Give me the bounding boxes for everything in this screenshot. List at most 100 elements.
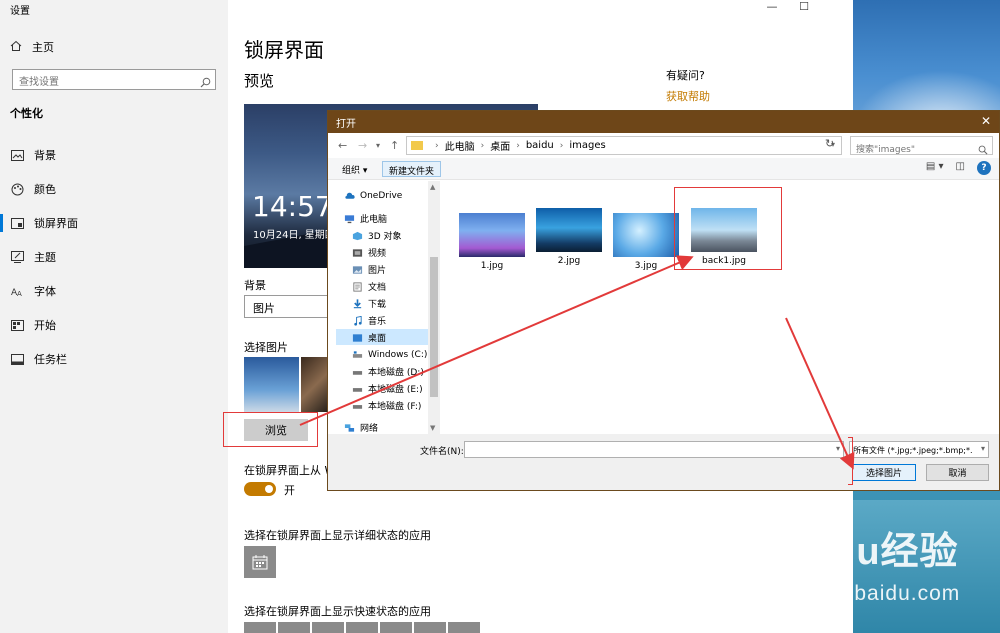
file-item[interactable]: 3.jpg	[608, 213, 684, 271]
open-file-dialog: 打开 ✕ ← → ▾ ↑ › 此电脑 › 桌面 › baidu › images…	[327, 110, 1000, 491]
svg-text:A: A	[17, 290, 22, 297]
view-options-icon[interactable]: ▤ ▾	[926, 161, 944, 175]
help-link[interactable]: 获取帮助	[666, 88, 710, 104]
settings-search-input[interactable]	[13, 73, 193, 92]
preview-pane-icon[interactable]: ◫	[956, 161, 965, 175]
dialog-toolbar: 组织 ▾ 新建文件夹 ▤ ▾ ◫ ?	[328, 158, 999, 180]
tree-item-label: 桌面	[368, 334, 387, 344]
forward-arrow-icon[interactable]: →	[358, 139, 367, 152]
computer-icon	[344, 214, 355, 223]
address-bar[interactable]: › 此电脑 › 桌面 › baidu › images ▾	[406, 136, 842, 155]
nav-item-label: 颜色	[34, 183, 56, 196]
preview-time: 14:57	[252, 190, 333, 223]
tree-item-downloads[interactable]: 下载	[352, 296, 386, 311]
filetype-select[interactable]: 所有文件 (*.jpg;*.jpeg;*.bmp;*. ▾	[849, 441, 989, 458]
settings-search[interactable]	[12, 69, 216, 92]
tree-item-drive-f[interactable]: 本地磁盘 (F:)	[352, 398, 421, 413]
file-item[interactable]: 1.jpg	[454, 213, 530, 271]
chevron-down-icon[interactable]: ▾	[836, 444, 840, 453]
dialog-nav-bar: ← → ▾ ↑ › 此电脑 › 桌面 › baidu › images ▾ ↻	[328, 133, 999, 159]
quick-status-app[interactable]	[278, 622, 310, 633]
tree-item-music[interactable]: 音乐	[352, 313, 386, 328]
recent-dropdown-icon[interactable]: ▾	[376, 141, 380, 150]
back-arrow-icon[interactable]: ←	[338, 139, 347, 152]
view-controls: ▤ ▾ ◫ ?	[926, 161, 991, 175]
quick-status-app[interactable]	[312, 622, 344, 633]
chevron-right-icon: ›	[559, 140, 564, 151]
home-icon	[10, 40, 22, 55]
lockapps-toggle[interactable]	[244, 482, 276, 496]
tree-item-drive-d[interactable]: 本地磁盘 (D:)	[352, 364, 424, 379]
pictures-icon	[352, 265, 363, 274]
scrollbar-thumb[interactable]	[430, 257, 438, 397]
tree-item-pictures[interactable]: 图片	[352, 262, 386, 277]
breadcrumb-item[interactable]: images	[569, 140, 605, 151]
quick-status-app[interactable]	[380, 622, 412, 633]
annotation-box-open	[848, 437, 853, 485]
windows-drive-icon	[352, 350, 363, 358]
drive-icon	[352, 387, 363, 392]
quick-status-app[interactable]	[448, 622, 480, 633]
dialog-search-input[interactable]	[851, 141, 971, 159]
tree-item-documents[interactable]: 文档	[352, 279, 386, 294]
help-title: 有疑问?	[666, 69, 705, 82]
up-arrow-icon[interactable]: ↑	[390, 139, 399, 152]
tree-item-3d-objects[interactable]: 3D 对象	[352, 228, 402, 243]
help-icon[interactable]: ?	[977, 161, 991, 175]
breadcrumb-item[interactable]: 桌面	[490, 138, 510, 153]
music-icon	[354, 315, 362, 326]
drive-icon	[352, 404, 363, 409]
tree-item-desktop[interactable]: 桌面	[352, 330, 386, 345]
tree-item-label: 本地磁盘 (D:)	[368, 368, 424, 378]
palette-icon	[10, 182, 24, 196]
tree-item-label: Windows (C:)	[368, 349, 428, 360]
quick-status-app[interactable]	[414, 622, 446, 633]
tree-item-this-pc[interactable]: 此电脑	[344, 211, 387, 226]
tree-item-drive-e[interactable]: 本地磁盘 (E:)	[352, 381, 423, 396]
dialog-search[interactable]	[850, 136, 993, 159]
quick-status-app[interactable]	[346, 622, 378, 633]
file-item[interactable]: 2.jpg	[531, 208, 607, 266]
nav-item-label: 背景	[34, 149, 56, 162]
scroll-down-icon[interactable]: ▼	[430, 424, 435, 432]
filename-row: 文件名(N): ▾ 所有文件 (*.jpg;*.jpeg;*.bmp;*. ▾ …	[328, 434, 999, 490]
chevron-down-icon[interactable]: ▾	[980, 444, 985, 453]
nav-item-start[interactable]: 开始	[10, 316, 56, 334]
scroll-up-icon[interactable]: ▲	[430, 183, 435, 191]
search-icon[interactable]	[978, 140, 988, 159]
nav-item-lockscreen[interactable]: 锁屏界面	[10, 214, 78, 232]
organize-button[interactable]: 组织 ▾	[336, 161, 373, 177]
search-icon[interactable]	[200, 73, 211, 92]
tree-item-drive-c[interactable]: Windows (C:)	[352, 347, 427, 362]
file-name: 3.jpg	[634, 261, 658, 271]
nav-item-theme[interactable]: 主题	[10, 248, 56, 266]
nav-item-background[interactable]: 背景	[10, 146, 56, 164]
desktop-icon	[352, 333, 363, 342]
tree-item-onedrive[interactable]: OneDrive	[344, 188, 402, 203]
nav-home[interactable]: 主页	[10, 38, 54, 56]
open-button[interactable]: 选择图片	[852, 464, 916, 481]
tree-item-network[interactable]: 网络	[344, 420, 378, 435]
preview-title: 预览	[244, 72, 275, 90]
nav-item-taskbar[interactable]: 任务栏	[10, 350, 67, 368]
chevron-right-icon: ›	[435, 140, 439, 151]
close-icon[interactable]: ✕	[981, 114, 991, 128]
breadcrumb-item[interactable]: 此电脑	[445, 138, 475, 153]
new-folder-button[interactable]: 新建文件夹	[382, 161, 442, 177]
tree-scrollbar[interactable]: ▲ ▼	[428, 181, 440, 434]
refresh-icon[interactable]: ↻	[825, 137, 834, 150]
breadcrumb-item[interactable]: baidu	[526, 140, 554, 151]
filename-input[interactable]: ▾	[464, 441, 844, 458]
start-icon	[10, 318, 24, 332]
cancel-button[interactable]: 取消	[926, 464, 989, 481]
filename-label: 文件名(N):	[420, 447, 464, 457]
nav-item-fonts[interactable]: AA 字体	[10, 282, 57, 300]
picture-thumbnail[interactable]	[244, 357, 299, 412]
3d-objects-icon	[352, 231, 363, 240]
sidebar: 设置 主页 个性化 背景 颜色	[0, 0, 228, 633]
tree-item-label: 此电脑	[360, 215, 388, 225]
tree-item-videos[interactable]: 视频	[352, 245, 386, 260]
nav-item-colors[interactable]: 颜色	[10, 180, 56, 198]
detail-status-app[interactable]	[244, 546, 276, 578]
quick-status-app[interactable]	[244, 622, 276, 633]
